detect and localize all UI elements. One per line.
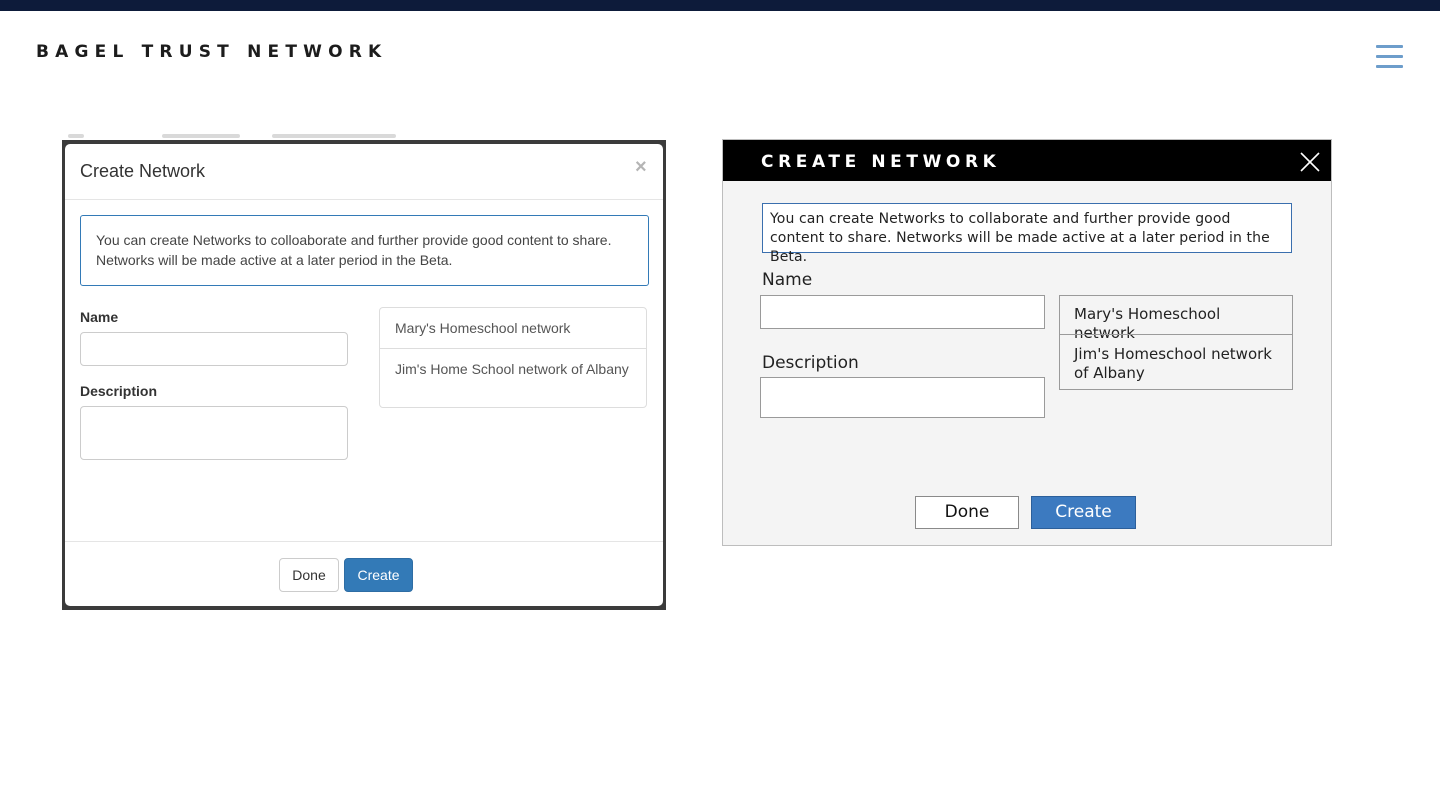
network-list-item[interactable]: Mary's Homeschool network [380,318,646,338]
name-input[interactable] [760,295,1045,329]
list-divider [1060,334,1292,335]
name-label: Name [762,270,813,290]
network-list: Mary's Homeschool network Jim's Home Sch… [379,307,647,408]
brand-logo-text[interactable]: BAGEL TRUST NETWORK [36,42,387,62]
info-box: You can create Networks to collaborate a… [762,203,1292,265]
hamburger-line [1376,45,1403,48]
create-button[interactable]: Create [1031,496,1136,529]
create-network-modal-styled: CREATE NETWORK You can create Networks t… [722,139,1332,546]
network-list-item[interactable]: Mary's Homeschool network [1060,305,1292,343]
modal-title: Create Network [80,161,206,181]
network-list: Mary's Homeschool network Jim's Homescho… [1059,295,1293,390]
description-textarea[interactable] [80,406,348,460]
top-bar [0,0,1440,11]
modal-title: CREATE NETWORK [761,152,1001,172]
list-divider [380,348,646,349]
done-button[interactable]: Done [279,558,339,592]
description-textarea[interactable] [760,377,1045,418]
name-label: Name [80,309,119,325]
done-button[interactable]: Done [915,496,1019,529]
network-list-item[interactable]: Jim's Home School network of Albany [380,359,646,379]
network-list-item[interactable]: Jim's Homeschool network of Albany [1060,345,1292,383]
modal-footer-divider [65,541,663,542]
create-button[interactable]: Create [344,558,413,592]
modal-header: CREATE NETWORK [723,140,1331,181]
description-label: Description [80,383,158,399]
modal-header: Create Network × [65,144,663,200]
hamburger-line [1376,65,1403,68]
name-input[interactable] [80,332,348,366]
close-icon[interactable]: × [635,157,647,177]
close-x-icon[interactable] [1300,152,1320,172]
hamburger-menu-icon[interactable] [1376,45,1403,69]
hamburger-line [1376,55,1403,58]
backdrop-faint-text [62,134,666,144]
description-label: Description [762,353,859,373]
create-network-modal-bootstrap: Create Network × You can create Networks… [65,144,663,606]
info-alert: You can create Networks to colloaborate … [80,215,649,286]
